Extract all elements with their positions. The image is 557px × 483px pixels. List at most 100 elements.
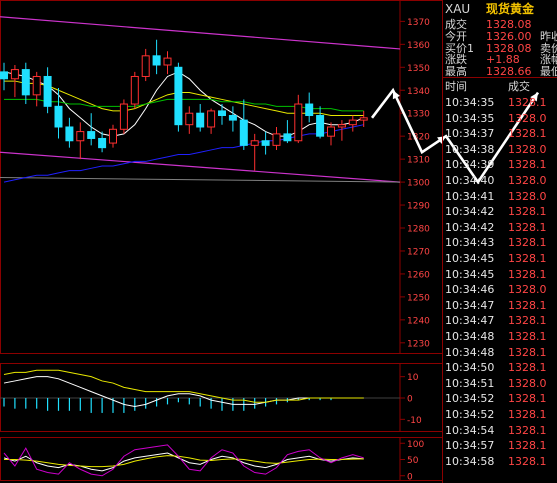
candle-body [119, 103, 128, 130]
tick-row[interactable]: 10:34:51 1328.0 [442, 376, 557, 392]
candle-body [65, 126, 74, 142]
moving-average-line [3, 124, 364, 183]
tick-time: 10:34:50 [445, 361, 495, 375]
kdj-line [4, 455, 364, 468]
tick-price: 1328.1 [508, 267, 547, 281]
y-tick-label: 1260 [407, 270, 430, 280]
tick-row[interactable]: 10:34:47 1328.1 [442, 298, 557, 314]
tick-time: 10:34:57 [445, 439, 495, 453]
channel-line [0, 16, 401, 50]
y-tick-label: 1320 [407, 133, 430, 143]
candle-body [141, 55, 150, 77]
y-tick-label: 1230 [407, 339, 430, 349]
y-tick-label: 1290 [407, 202, 430, 212]
tick-time: 10:34:41 [445, 189, 495, 203]
tick-time: 10:34:48 [445, 330, 495, 343]
candle-body [185, 112, 194, 126]
tick-row[interactable]: 10:34:45 1328.1 [442, 267, 557, 283]
tick-row[interactable]: 10:34:41 1328.0 [442, 189, 557, 205]
candle-body [348, 119, 357, 126]
candle-body [87, 131, 96, 139]
tick-row[interactable]: 10:34:57 1328.1 [442, 438, 557, 454]
tick-row[interactable]: 10:34:58 1328.1 [442, 454, 557, 470]
candle-body [21, 69, 30, 96]
tick-row[interactable]: 10:34:37 1328.1 [442, 126, 557, 142]
y-tick-label: -10 [407, 416, 422, 426]
tick-price: 1328.1 [508, 220, 547, 234]
tick-price: 1328.0 [508, 111, 547, 125]
y-tick-label: 1330 [407, 110, 430, 120]
tick-time: 10:34:42 [445, 205, 495, 219]
symbol-name: 现货黄金 [486, 2, 535, 16]
y-tick-label: 1270 [407, 247, 430, 257]
y-tick-label: 1340 [407, 87, 430, 97]
tick-time: 10:34:39 [445, 158, 495, 172]
y-tick-label: 0 [407, 395, 413, 405]
tick-row[interactable]: 10:34:39 1328.1 [442, 157, 557, 173]
tick-time: 10:34:43 [445, 236, 495, 250]
candle-body [196, 112, 205, 128]
candle-body [305, 103, 314, 117]
tick-row[interactable]: 10:34:40 1328.0 [442, 173, 557, 189]
tick-row[interactable]: 10:34:48 1328.1 [442, 345, 557, 361]
tick-row[interactable]: 10:34:35 1328.1 [442, 95, 557, 111]
tick-price: 1328.1 [508, 361, 547, 375]
tick-price: 1328.0 [508, 174, 547, 187]
tick-time: 10:34:37 [445, 127, 495, 141]
tick-row[interactable]: 10:34:54 1328.1 [442, 423, 557, 439]
tick-price: 1328.1 [508, 423, 547, 437]
tick-time: 10:34:46 [445, 283, 495, 297]
tick-time: 10:34:38 [445, 142, 495, 156]
tick-price: 1328.0 [508, 376, 547, 390]
tick-row[interactable]: 10:34:46 1328.0 [442, 282, 557, 298]
candle-body [109, 128, 117, 144]
tick-price: 1328.1 [508, 236, 547, 250]
y-tick-label: 10 [407, 373, 419, 383]
y-tick-label: 100 [407, 440, 424, 450]
tick-row[interactable]: 10:34:42 1328.1 [442, 204, 557, 220]
kdj-line [3, 452, 364, 472]
tick-time: 10:34:35 [445, 96, 495, 109]
tick-price: 1328.1 [508, 392, 547, 406]
candle-body [327, 126, 335, 137]
y-tick-label: 1240 [407, 316, 430, 326]
tick-price: 1328.1 [508, 314, 547, 328]
candle-body [207, 110, 216, 128]
tick-row[interactable]: 10:34:35 1328.0 [442, 111, 557, 127]
quote-field-value: 1328.66 [486, 65, 532, 79]
tick-row[interactable]: 10:34:43 1328.1 [442, 235, 557, 251]
candle-body [43, 75, 52, 107]
tick-time: 10:34:40 [445, 174, 495, 187]
tick-price: 1328.1 [508, 96, 547, 109]
candle-body [163, 57, 172, 66]
macd-indicator-chart[interactable]: 10 0 -10 [0, 363, 443, 433]
candle-body [54, 105, 63, 128]
tick-row[interactable]: 10:34:48 1328.1 [442, 329, 557, 345]
tick-time: 10:34:51 [445, 376, 495, 390]
tick-row[interactable]: 10:34:38 1328.0 [442, 142, 557, 158]
tick-row[interactable]: 10:34:45 1328.1 [442, 251, 557, 267]
tick-time: 10:34:45 [445, 267, 495, 281]
tick-time: 10:34:54 [445, 423, 495, 437]
macd-line [3, 369, 364, 403]
candle-body [261, 140, 270, 146]
tick-price: 1328.0 [508, 189, 547, 203]
quote-field-label: 最高 [445, 65, 467, 79]
tick-time: 10:34:42 [445, 220, 495, 234]
tick-row[interactable]: 10:34:47 1328.1 [442, 313, 557, 329]
tick-price: 1328.1 [508, 127, 547, 141]
kdj-indicator-chart[interactable]: 100 50 0 [0, 437, 443, 483]
tick-price: 1328.1 [508, 439, 547, 453]
candle-body [0, 71, 8, 80]
tick-time: 10:34:48 [445, 345, 495, 359]
tick-row[interactable]: 10:34:42 1328.1 [442, 220, 557, 236]
tick-row[interactable]: 10:34:50 1328.1 [442, 360, 557, 376]
y-tick-label: 0 [407, 472, 413, 482]
candle-body [239, 119, 248, 146]
y-tick-label: 1350 [407, 64, 430, 74]
tick-row[interactable]: 10:34:52 1328.1 [442, 391, 557, 407]
tick-time: 10:34:58 [445, 454, 495, 468]
quote-field-row: 最高 1328.66 最低 [442, 65, 557, 78]
tick-time: 10:34:47 [445, 314, 495, 328]
tick-row[interactable]: 10:34:52 1328.1 [442, 407, 557, 423]
